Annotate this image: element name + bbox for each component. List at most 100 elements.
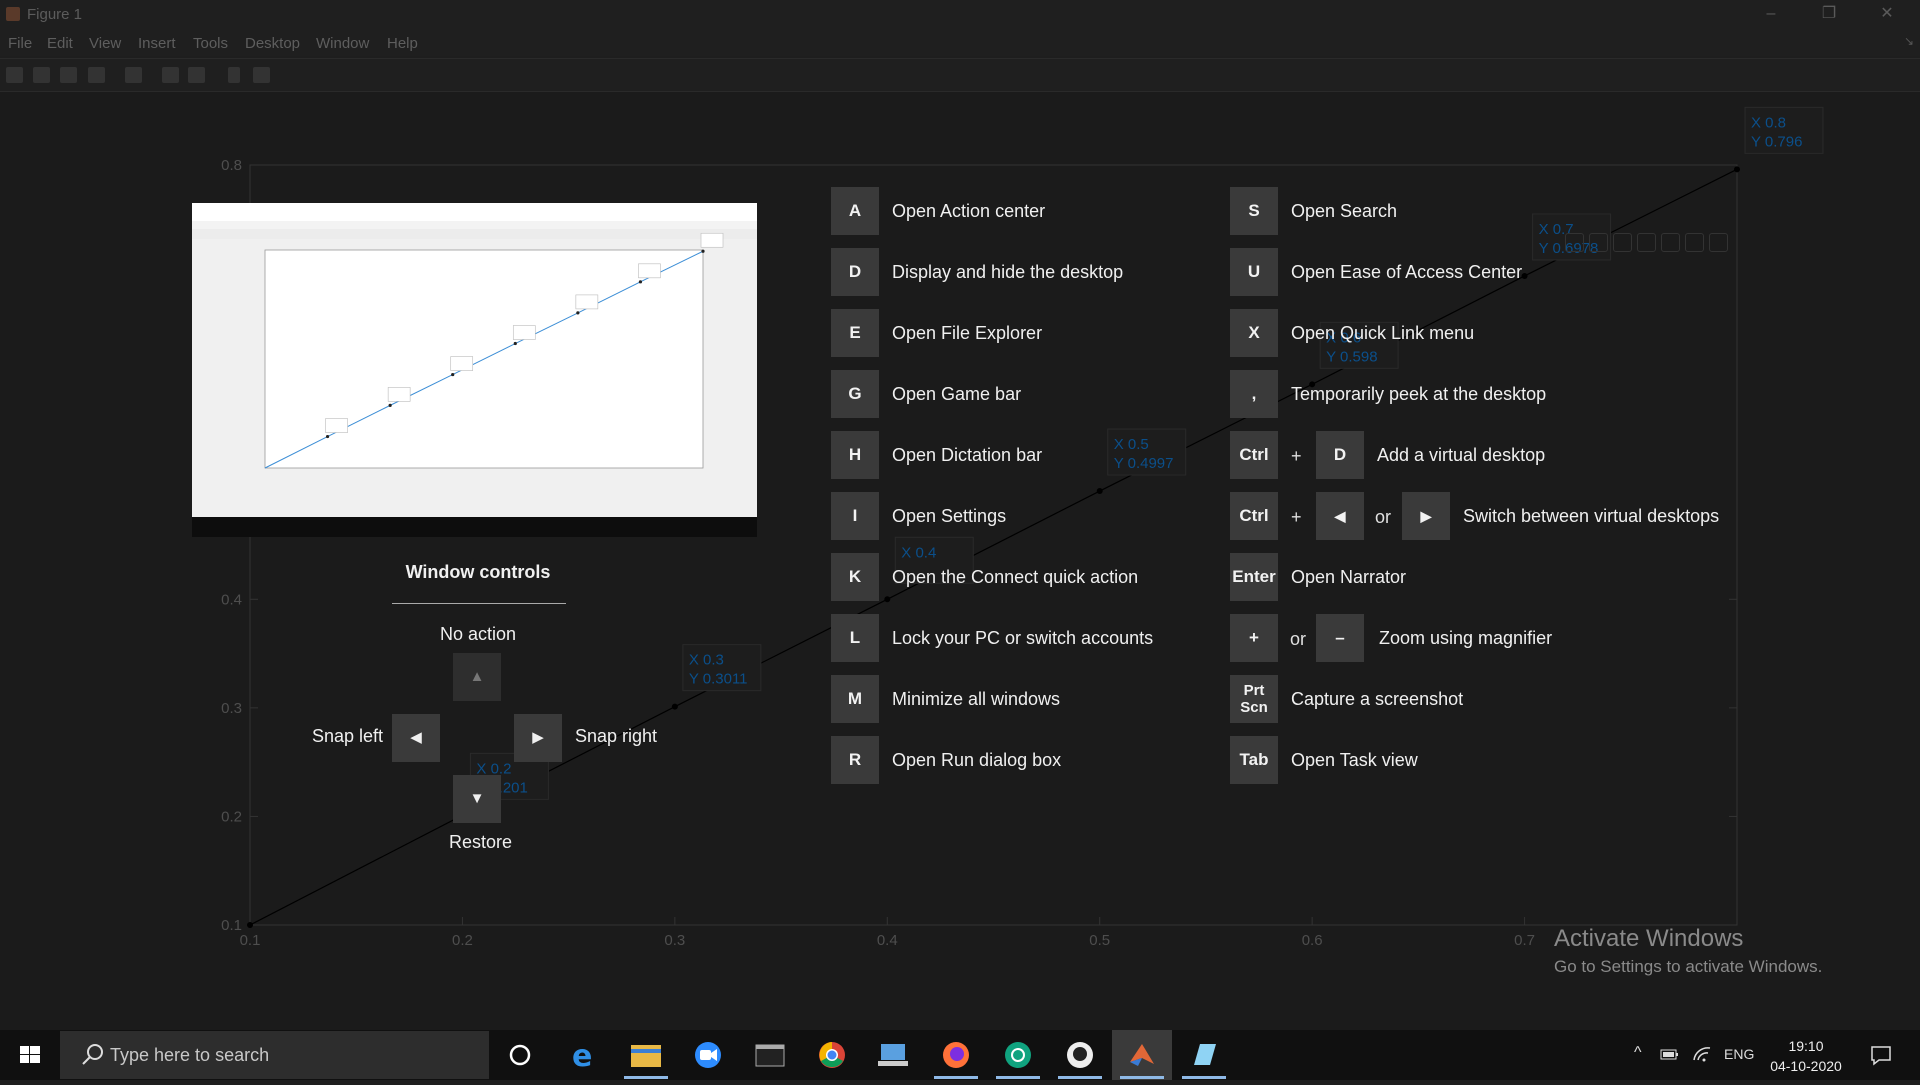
new-figure-icon[interactable] bbox=[6, 67, 23, 83]
pan-icon[interactable] bbox=[1637, 233, 1656, 252]
minimize-button[interactable]: – bbox=[1748, 0, 1794, 30]
terminal-icon[interactable] bbox=[740, 1030, 800, 1080]
active-indicator bbox=[1058, 1076, 1102, 1079]
github-icon[interactable] bbox=[1050, 1030, 1110, 1080]
wifi-icon[interactable] bbox=[1692, 1044, 1712, 1064]
shortcut-label: Zoom using magnifier bbox=[1379, 628, 1553, 648]
x-tick-label: 0.3 bbox=[664, 932, 685, 949]
shortcut-label: Temporarily peek at the desktop bbox=[1291, 384, 1547, 404]
save-icon[interactable] bbox=[60, 67, 77, 83]
key-minus: – bbox=[1316, 614, 1364, 662]
thumb-datatip bbox=[512, 325, 536, 340]
remote-desktop-icon[interactable] bbox=[864, 1030, 924, 1080]
menu-help[interactable]: Help bbox=[387, 35, 418, 52]
menu-insert[interactable]: Insert bbox=[138, 35, 176, 52]
menu-desktop[interactable]: Desktop bbox=[245, 35, 300, 52]
data-point bbox=[671, 703, 678, 710]
brush-icon[interactable] bbox=[1589, 233, 1608, 252]
thumb-menubar bbox=[192, 221, 757, 229]
shortcut-label: Add a virtual desktop bbox=[1377, 445, 1546, 465]
maximize-button[interactable]: ❐ bbox=[1806, 0, 1852, 30]
start-button[interactable] bbox=[0, 1030, 60, 1080]
datatip-x: X 0.4 bbox=[901, 544, 936, 561]
thumb-datatip bbox=[387, 387, 411, 402]
chrome-icon[interactable] bbox=[802, 1030, 862, 1080]
open-file-icon[interactable] bbox=[33, 67, 50, 83]
activate-windows-subtitle: Go to Settings to activate Windows. bbox=[1554, 957, 1823, 976]
zoom-in-icon[interactable] bbox=[1661, 233, 1680, 252]
plus-separator: + bbox=[1291, 507, 1302, 527]
thumb-datatip bbox=[638, 263, 661, 279]
shortcut-label: Switch between virtual desktops bbox=[1463, 506, 1720, 526]
toggle-colorbar-icon[interactable] bbox=[162, 67, 179, 83]
shortcut-label: Open Game bar bbox=[892, 384, 1022, 404]
x-tick-label: 0.5 bbox=[1089, 932, 1110, 949]
edge-icon[interactable]: e bbox=[554, 1030, 614, 1080]
key-plus: + bbox=[1230, 614, 1278, 662]
figure-toolbar bbox=[0, 58, 1920, 92]
data-point bbox=[1096, 488, 1103, 495]
arrow-up-key: ▲ bbox=[453, 653, 501, 701]
close-button[interactable]: ✕ bbox=[1864, 0, 1910, 30]
home-icon[interactable] bbox=[1709, 233, 1728, 252]
export-icon[interactable] bbox=[1565, 233, 1584, 252]
or-separator: or bbox=[1290, 629, 1307, 649]
matlab-icon[interactable] bbox=[1112, 1030, 1172, 1080]
menu-window[interactable]: Window bbox=[316, 35, 369, 52]
key-e: E bbox=[831, 309, 879, 357]
datatip-y: Y 0.4997 bbox=[1114, 455, 1174, 472]
firefox-icon[interactable] bbox=[926, 1030, 986, 1080]
show-hidden-icons-chevron[interactable]: ^ bbox=[1634, 1044, 1642, 1062]
menu-edit[interactable]: Edit bbox=[47, 35, 73, 52]
language-indicator[interactable]: ENG bbox=[1724, 1046, 1754, 1062]
active-indicator bbox=[996, 1076, 1040, 1079]
taskbar-search-box[interactable]: Type here to search bbox=[60, 1031, 489, 1079]
property-inspector-icon[interactable] bbox=[253, 67, 270, 83]
battery-icon[interactable] bbox=[1660, 1047, 1680, 1063]
window-preview-thumbnail bbox=[192, 203, 757, 537]
preview-plot bbox=[192, 203, 757, 469]
key-s: S bbox=[1230, 187, 1278, 235]
key-comma: , bbox=[1230, 370, 1278, 418]
thumb-data-point bbox=[638, 280, 643, 284]
key-tab: Tab bbox=[1230, 736, 1278, 784]
dock-arrow-icon[interactable]: ↘ bbox=[1904, 34, 1914, 48]
no-action-label: No action bbox=[440, 624, 517, 644]
key-x: X bbox=[1230, 309, 1278, 357]
notifications-icon[interactable] bbox=[1870, 1044, 1892, 1066]
cortana-icon[interactable] bbox=[490, 1030, 550, 1080]
x-tick-label: 0.7 bbox=[1514, 932, 1535, 949]
file-explorer-icon[interactable] bbox=[616, 1030, 676, 1080]
legend-icon[interactable] bbox=[188, 67, 205, 83]
key-left-arrow: ◀ bbox=[1316, 492, 1364, 540]
menu-tools[interactable]: Tools bbox=[193, 35, 228, 52]
print-preview-icon[interactable] bbox=[88, 67, 105, 83]
x-tick-label: 0.6 bbox=[1302, 932, 1323, 949]
key-d: D bbox=[1316, 431, 1364, 479]
menu-view[interactable]: View bbox=[89, 35, 121, 52]
thumb-data-point bbox=[451, 372, 455, 377]
app-icon[interactable] bbox=[1174, 1030, 1234, 1080]
or-separator: or bbox=[1375, 507, 1392, 527]
datatip-x: X 0.8 bbox=[1751, 114, 1786, 131]
x-tick-label: 0.4 bbox=[877, 932, 898, 949]
shortcut-label: Open Task view bbox=[1291, 750, 1418, 770]
edit-plot-icon[interactable] bbox=[228, 67, 240, 83]
shortcut-label: Open Narrator bbox=[1291, 567, 1407, 587]
arrow-left-key: ◀ bbox=[392, 714, 440, 762]
search-placeholder: Type here to search bbox=[110, 1045, 270, 1065]
active-indicator bbox=[1120, 1076, 1164, 1079]
y-tick-label: 0.4 bbox=[221, 591, 242, 608]
print-icon[interactable] bbox=[125, 67, 142, 83]
zoom-icon[interactable] bbox=[678, 1030, 738, 1080]
datatip-y: Y 0.796 bbox=[1751, 133, 1802, 150]
key-h: H bbox=[831, 431, 879, 479]
zoom-out-icon[interactable] bbox=[1685, 233, 1704, 252]
active-indicator bbox=[1182, 1076, 1226, 1079]
data-tip-icon[interactable] bbox=[1613, 233, 1632, 252]
menu-file[interactable]: File bbox=[8, 35, 32, 52]
activate-windows-watermark: Activate Windows Go to Settings to activ… bbox=[1554, 925, 1822, 977]
clock-date: 04-10-2020 bbox=[1770, 1058, 1842, 1074]
clock[interactable]: 19:10 04-10-2020 bbox=[1764, 1036, 1848, 1076]
chatgpt-icon[interactable] bbox=[988, 1030, 1048, 1080]
